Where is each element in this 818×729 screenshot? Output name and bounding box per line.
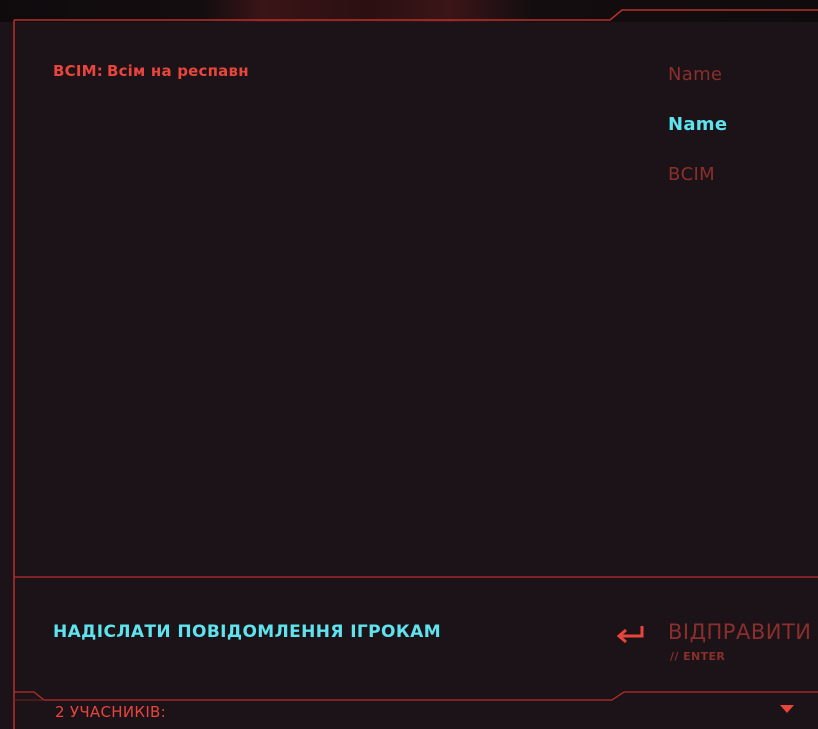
chat-panel: ВСІМ: Всім на респавн Name Name ВСІМ НАДІ…	[0, 0, 818, 729]
participants-dropdown[interactable]: 2 УЧАСНИКІВ:	[14, 692, 818, 729]
send-shortcut-hint: // ENTER	[670, 650, 726, 663]
chevron-down-icon	[780, 705, 794, 713]
chat-message: ВСІМ: Всім на респавн	[53, 62, 249, 80]
message-input[interactable]: НАДІСЛАТИ ПОВІДОМЛЕННЯ ІГРОКАМ	[53, 622, 441, 642]
return-arrow-icon	[616, 626, 644, 644]
participants-count: 2 УЧАСНИКІВ:	[55, 703, 166, 721]
recipient-item[interactable]: Name	[668, 64, 722, 85]
recipient-item-selected[interactable]: Name	[668, 114, 727, 135]
chat-separator: :	[96, 62, 103, 80]
background-scene-strip	[0, 0, 818, 22]
recipient-item-all[interactable]: ВСІМ	[668, 164, 715, 185]
send-button[interactable]: ВІДПРАВИТИ // ENTER	[612, 618, 818, 670]
send-label: ВІДПРАВИТИ	[668, 620, 812, 644]
chat-channel: ВСІМ	[53, 62, 97, 80]
chat-message-text: Всім на респавн	[106, 62, 249, 80]
